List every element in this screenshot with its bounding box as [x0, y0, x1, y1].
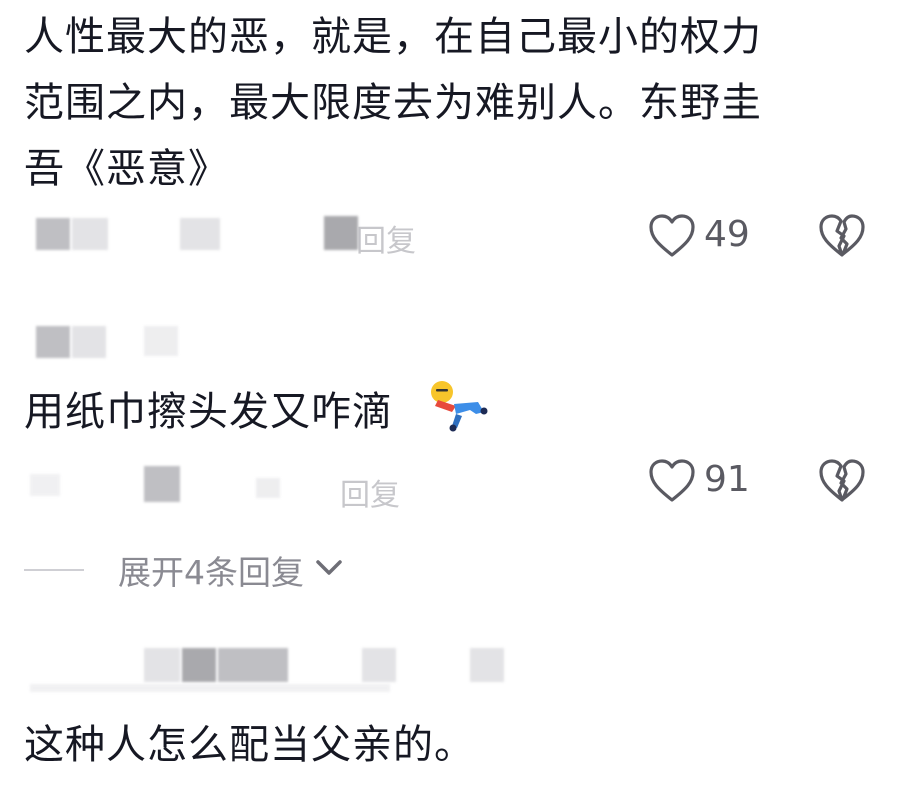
comment-line-1: 人性最大的恶，就是，在自己最小的权力 — [24, 14, 762, 60]
broken-heart-icon[interactable] — [818, 213, 866, 259]
reply-button[interactable]: 回复 — [340, 470, 400, 514]
heart-outline-icon[interactable] — [648, 458, 696, 504]
blurred-username — [144, 326, 178, 356]
blurred-username — [218, 648, 288, 682]
like-count: 91 — [704, 459, 750, 500]
comment-line-2: 范围之内，最大限度去为难别人。东野圭 — [24, 80, 762, 126]
comment-line: 这种人怎么配当父亲的。 — [24, 722, 475, 768]
blurred-user-info — [36, 218, 70, 250]
blurred-username — [362, 648, 396, 682]
blurred-username — [36, 326, 70, 358]
blurred-location — [324, 216, 358, 250]
expand-replies-button[interactable]: 展开4条回复 — [24, 546, 344, 594]
blurred-username — [144, 648, 180, 682]
comment-line-3: 吾《恶意》 — [24, 146, 229, 192]
comment-text: 人性最大的恶，就是，在自己最小的权力 范围之内，最大限度去为难别人。东野圭 吾《… — [24, 4, 904, 202]
blurred-username — [470, 648, 504, 682]
blurred-timestamp — [180, 218, 220, 250]
divider-line — [24, 569, 84, 571]
chevron-down-icon — [314, 558, 344, 582]
blurred-username — [182, 648, 216, 682]
blurred-username — [72, 326, 106, 358]
blurred-timestamp — [144, 466, 180, 502]
broken-heart-icon[interactable] — [818, 458, 866, 504]
comment-text: 这种人怎么配当父亲的。 — [24, 712, 475, 778]
blurred-user-info — [72, 218, 108, 250]
comment-text: 用纸巾擦头发又咋滴 — [24, 379, 393, 445]
blurred-meta — [30, 684, 390, 692]
like-count: 49 — [704, 214, 750, 255]
lying-person-emoji — [426, 378, 488, 434]
blurred-location — [256, 478, 280, 498]
expand-replies-label: 展开4条回复 — [118, 553, 304, 592]
comment-line: 用纸巾擦头发又咋滴 — [24, 389, 393, 435]
heart-outline-icon[interactable] — [648, 213, 696, 259]
reply-button[interactable]: 回复 — [356, 216, 416, 260]
blurred-timestamp — [30, 474, 60, 496]
